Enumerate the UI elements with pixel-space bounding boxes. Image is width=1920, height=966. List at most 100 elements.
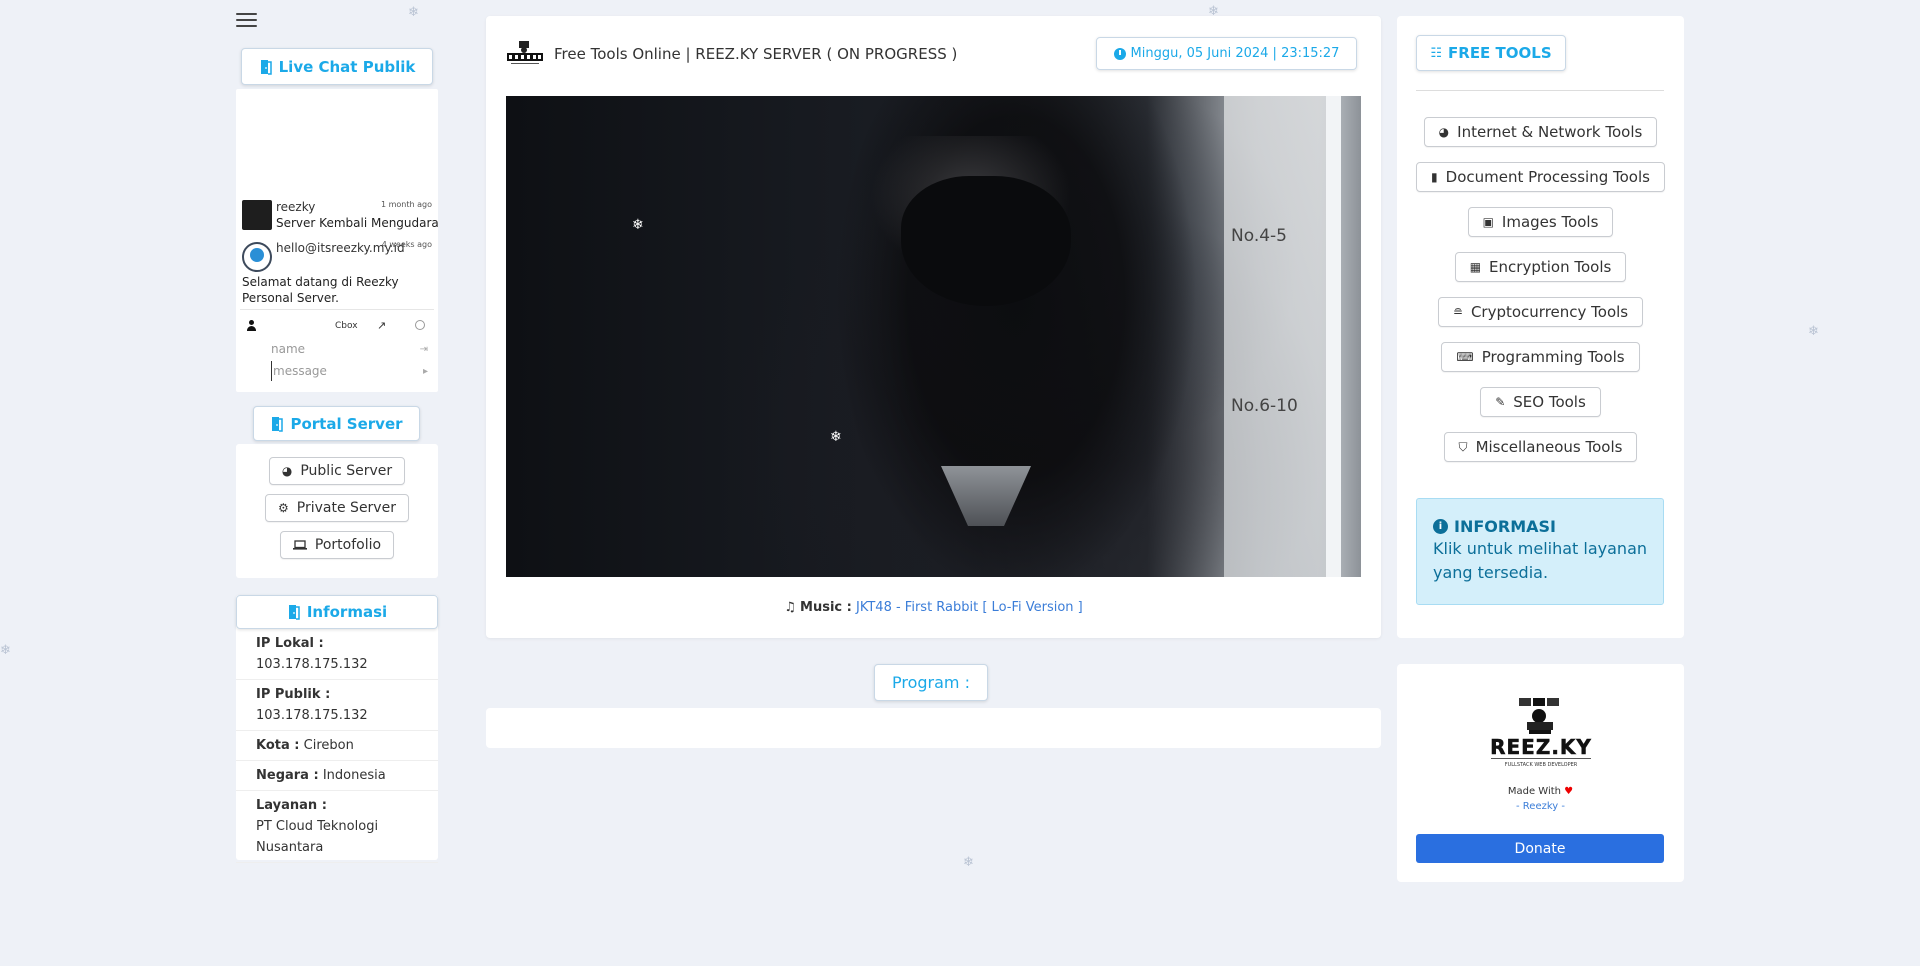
clock-icon: [1113, 47, 1126, 60]
program-button[interactable]: Program :: [874, 664, 988, 701]
live-chat-title: Live Chat Publik: [278, 57, 416, 76]
snowflake-icon: ❄: [0, 643, 11, 658]
video-mask-shape: [901, 176, 1071, 306]
private-server-button[interactable]: ⚙ Private Server: [265, 494, 409, 522]
chat-toolbar: Cbox ↗: [236, 319, 438, 333]
info-value: 103.178.175.132: [256, 708, 368, 723]
snowflake-icon: ❄: [1808, 324, 1819, 339]
made-with-text: Made With ♥: [1397, 786, 1684, 797]
chat-message-time: 1 month ago: [380, 200, 432, 209]
sign-in-icon[interactable]: ⇥: [420, 344, 428, 355]
alert-title-row: i INFORMASI: [1433, 517, 1647, 536]
music-info: ♫ Music : JKT48 - First Rabbit [ Lo-Fi V…: [486, 600, 1381, 615]
images-tools-button[interactable]: ▣ Images Tools: [1467, 207, 1614, 237]
snowflake-icon: ❄: [408, 5, 419, 20]
tool-label: Images Tools: [1501, 213, 1599, 231]
info-row-negara: Negara : Indonesia: [236, 761, 438, 791]
video-shelf-label: No.4-5: [1231, 226, 1287, 246]
public-server-button[interactable]: ◕ Public Server: [268, 457, 406, 485]
program-card: [486, 708, 1381, 748]
author-link[interactable]: - Reezky -: [1397, 801, 1684, 812]
informasi-alert[interactable]: i INFORMASI Klik untuk melihat layanan y…: [1416, 498, 1664, 605]
chat-message-author: hello@itsreezky.my.id: [276, 241, 405, 255]
miscellaneous-tools-button[interactable]: ⛉ Miscellaneous Tools: [1443, 432, 1638, 462]
brand-logo-subtitle: FULLSTACK WEB DEVELOPER: [1505, 762, 1578, 768]
made-with-label: Made With: [1507, 786, 1561, 797]
cbox-link[interactable]: Cbox: [335, 321, 358, 331]
snowflake-icon: ❄: [632, 217, 644, 233]
video-player[interactable]: No.4-5 No.6-10 ❄ ❄: [506, 96, 1361, 577]
private-server-label: Private Server: [296, 500, 396, 516]
gear-icon: ⚙: [278, 501, 289, 515]
page-title: Free Tools Online | REEZ.KY SERVER ( ON …: [554, 45, 958, 63]
informasi-card: Informasi IP Lokal : 103.178.175.132 IP …: [236, 595, 438, 863]
encryption-tools-button[interactable]: ▦ Encryption Tools: [1454, 252, 1627, 282]
cryptocurrency-tools-button[interactable]: ≘ Cryptocurrency Tools: [1437, 297, 1644, 327]
video-shelf-shape: [1224, 96, 1334, 577]
datetime-badge: Minggu, 05 Juni 2024 | 23:15:27: [1096, 37, 1357, 70]
seo-tools-button[interactable]: ✎ SEO Tools: [1480, 387, 1601, 417]
tool-label: Cryptocurrency Tools: [1470, 303, 1629, 321]
chat-box: reezky 1 month ago Server Kembali Mengud…: [236, 89, 439, 392]
informasi-header: Informasi: [236, 595, 438, 629]
tool-label: Encryption Tools: [1489, 258, 1612, 276]
music-label: Music :: [800, 600, 852, 615]
info-label: Negara :: [256, 768, 319, 783]
snowflake-icon: ❄: [830, 429, 842, 445]
user-icon[interactable]: [246, 320, 256, 332]
main-card: Free Tools Online | REEZ.KY SERVER ( ON …: [486, 16, 1381, 638]
status-circle-icon[interactable]: [415, 320, 425, 330]
portofolio-button[interactable]: Portofolio: [279, 531, 395, 559]
info-label: Layanan :: [256, 798, 327, 813]
coins-icon: ≘: [1452, 305, 1463, 319]
tool-label: SEO Tools: [1513, 393, 1586, 411]
video-shelf-label: No.6-10: [1231, 396, 1298, 416]
alert-title: INFORMASI: [1454, 517, 1556, 536]
avatar: [242, 242, 272, 272]
informasi-title: Informasi: [306, 603, 388, 621]
external-link-icon[interactable]: ↗: [377, 319, 386, 332]
avatar: [242, 200, 272, 230]
tool-label: Document Processing Tools: [1445, 168, 1650, 186]
portal-server-button[interactable]: Portal Server: [253, 406, 420, 441]
file-icon: ▮: [1431, 170, 1438, 184]
site-logo: [507, 41, 543, 64]
chat-message-author: reezky: [276, 200, 316, 214]
encryption-icon: ▦: [1469, 260, 1482, 274]
chat-name-field[interactable]: name ⇥: [271, 339, 428, 359]
door-icon: [288, 605, 300, 620]
programming-tools-button[interactable]: ⌨ Programming Tools: [1441, 342, 1640, 372]
divider: [1416, 90, 1664, 91]
tool-label: Programming Tools: [1481, 348, 1625, 366]
document-processing-tools-button[interactable]: ▮ Document Processing Tools: [1416, 162, 1665, 192]
send-icon[interactable]: ▸: [423, 366, 428, 377]
tool-label: Miscellaneous Tools: [1475, 438, 1623, 456]
chat-message-field[interactable]: message ▸: [271, 361, 428, 381]
snowflake-icon: ❄: [963, 855, 974, 870]
public-server-label: Public Server: [300, 463, 393, 479]
alert-text: Klik untuk melihat layanan yang tersedia…: [1433, 539, 1648, 582]
free-tools-button[interactable]: ☷ FREE TOOLS: [1416, 35, 1566, 71]
globe-icon: ◕: [281, 464, 293, 478]
donate-button[interactable]: Donate: [1416, 834, 1664, 863]
brand-logo-text: REEZ.KY: [1490, 735, 1592, 759]
laptop-icon: [292, 540, 307, 550]
info-label: IP Publik :: [256, 687, 331, 702]
portofolio-label: Portofolio: [314, 537, 382, 553]
heart-icon: ♥: [1564, 786, 1574, 797]
info-value: Indonesia: [322, 768, 386, 783]
brand-logo: REEZ.KY FULLSTACK WEB DEVELOPER: [1490, 698, 1592, 768]
info-value: 103.178.175.132: [256, 657, 368, 672]
live-chat-button[interactable]: Live Chat Publik: [241, 48, 433, 85]
internet-network-tools-button[interactable]: ◕ Internet & Network Tools: [1423, 117, 1658, 147]
tool-label: Internet & Network Tools: [1457, 123, 1643, 141]
chat-message-text: Server Kembali Mengudara: [276, 216, 439, 230]
info-row-ip-publik: IP Publik : 103.178.175.132: [236, 680, 438, 731]
chat-message-text: Selamat datang di Reezky Personal Server…: [242, 275, 399, 305]
music-track-link[interactable]: JKT48 - First Rabbit [ Lo-Fi Version ]: [856, 600, 1083, 615]
info-label: Kota :: [256, 738, 300, 753]
free-tools-title: FREE TOOLS: [1448, 44, 1552, 62]
info-value: Cirebon: [303, 738, 354, 753]
hamburger-menu-icon[interactable]: [236, 13, 257, 27]
list-check-icon: ☷: [1430, 45, 1443, 61]
